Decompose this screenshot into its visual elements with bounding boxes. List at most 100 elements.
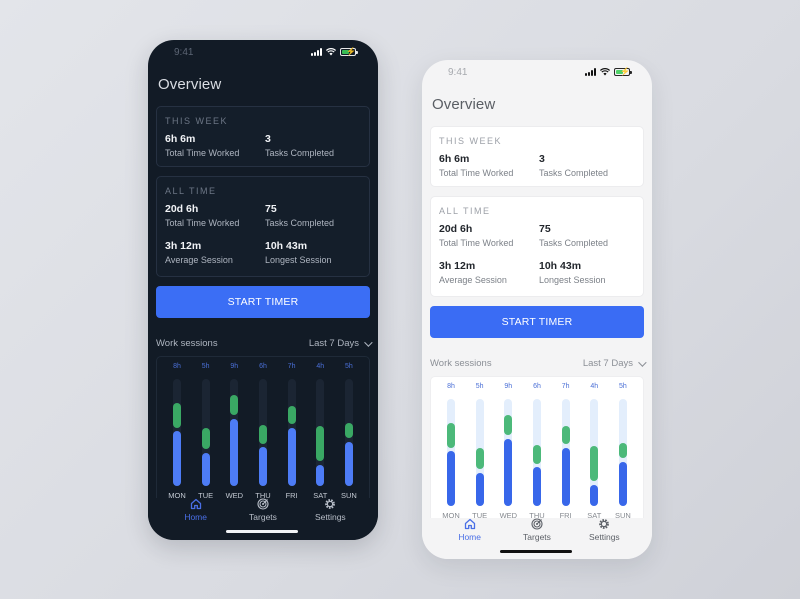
tab-bar: Home Targets Settings [148,498,378,540]
bar-break-segment [504,414,513,435]
bar-track [173,379,181,486]
bar-track [258,379,267,486]
bar-break-segment [561,426,570,445]
stat-average-session: 3h 12m Average Session [439,260,507,285]
work-sessions-title: Work sessions [156,338,218,349]
chart-columns: 8h MON 5h TUE 9h WED 6h THU 7h FRI 4h SAT 5h SUN [161,357,365,504]
tab-home[interactable]: Home [166,498,226,540]
chart-column: 4h SAT [580,377,608,524]
tab-targets[interactable]: Targets [233,498,293,540]
work-sessions-header: Work sessions Last 7 Days [430,357,647,369]
chart-column: 8h MON [437,377,465,524]
tab-settings[interactable]: Settings [574,518,634,559]
home-indicator[interactable] [226,530,298,533]
bar-total-label: 4h [316,363,325,370]
home-icon [464,518,475,530]
gear-icon [599,519,610,529]
section-label: ALL TIME [165,186,217,196]
status-bar: 9:41 ⚡ [148,40,378,64]
bar-track [230,379,239,486]
chart-column: 7h FRI [278,357,306,504]
phone-dark-theme: 9:41 ⚡ Overview THIS WEEK 6h 6m Total Ti… [148,40,378,540]
stat-tasks-completed: 3 Tasks Completed [265,133,335,158]
bar-track [316,379,325,486]
work-sessions-chart: 8h MON 5h TUE 9h WED 6h THU 7h FRI 4h SAT 5h SUN [156,356,370,504]
bar-focus-segment [201,452,210,486]
chart-column: 9h WED [494,377,522,524]
tab-label: Home [458,532,481,542]
bar-break-segment [230,394,239,415]
bar-break-segment [475,447,484,470]
wifi-icon [326,48,336,56]
status-time: 9:41 [174,47,194,58]
status-time: 9:41 [448,67,468,78]
bar-break-segment [201,427,210,450]
tab-home[interactable]: Home [440,518,500,559]
tab-label: Home [184,512,207,522]
stat-tasks-completed: 75 Tasks Completed [539,223,609,248]
bar-track [447,399,455,506]
bar-track [475,399,484,506]
chart-column: 8h MON [163,357,191,504]
work-sessions-chart: 8h MON 5h TUE 9h WED 6h THU 7h FRI 4h SAT 5h SUN [430,376,644,524]
chart-column: 9h WED [220,357,248,504]
chart-column: 5h TUE [466,377,494,524]
date-range-dropdown[interactable]: Last 7 Days [308,337,373,349]
work-sessions-title: Work sessions [430,358,492,369]
bar-total-label: 8h [447,383,455,390]
stat-total-time: 20d 6h Total Time Worked [165,203,240,228]
bar-focus-segment [258,447,267,486]
wifi-icon [600,68,610,76]
chart-column: 4h SAT [306,357,334,504]
bar-focus-segment [447,451,455,506]
chart-column: 6h THU [249,357,277,504]
chevron-down-icon [638,357,647,367]
bar-total-label: 6h [259,363,267,370]
bar-focus-segment [230,418,239,486]
bar-track [201,379,210,486]
page-title: Overview [158,76,222,93]
tab-label: Settings [314,512,346,522]
bar-break-segment [258,424,267,444]
chart-column: 7h FRI [552,377,580,524]
bar-total-label: 5h [475,383,484,390]
home-indicator[interactable] [500,550,572,553]
date-range-value: Last 7 Days [308,338,359,349]
section-label: THIS WEEK [439,136,503,146]
this-week-card: THIS WEEK 6h 6m Total Time Worked 3 Task… [430,126,644,187]
stat-tasks-completed: 3 Tasks Completed [539,153,609,178]
bar-break-segment [590,445,599,481]
start-timer-button[interactable]: START TIMER [156,286,370,318]
bar-break-segment [316,425,325,461]
this-week-card: THIS WEEK 6h 6m Total Time Worked 3 Task… [156,106,370,167]
bar-track [590,399,599,506]
date-range-dropdown[interactable]: Last 7 Days [583,357,647,369]
bar-break-segment [532,444,541,464]
bar-focus-segment [287,428,296,486]
bar-focus-segment [504,438,513,506]
target-icon [531,518,543,530]
tab-label: Settings [588,532,620,542]
stat-total-time: 20d 6h Total Time Worked [439,223,514,248]
bar-track [561,399,570,506]
bar-total-label: 7h [287,363,296,370]
tab-settings[interactable]: Settings [300,498,360,540]
all-time-card: ALL TIME 20d 6h Total Time Worked 75 Tas… [430,196,644,297]
stat-average-session: 3h 12m Average Session [165,240,233,265]
stat-total-time: 6h 6m Total Time Worked [439,153,514,178]
bar-total-label: 5h [619,383,627,390]
cellular-signal-icon [311,48,322,56]
page-title: Overview [432,96,496,113]
bar-focus-segment [344,442,353,486]
stat-longest-session: 10h 43m Longest Session [265,240,332,265]
bar-track [532,399,541,506]
phone-light-theme: 9:41 ⚡ Overview THIS WEEK 6h 6m Total Ti… [422,60,652,559]
bar-track [287,379,296,486]
bar-focus-segment [532,467,541,506]
bar-total-label: 4h [590,383,599,390]
stat-total-time: 6h 6m Total Time Worked [165,133,240,158]
start-timer-button[interactable]: START TIMER [430,306,644,338]
battery-charging-icon: ⚡ [340,47,358,56]
all-time-card: ALL TIME 20d 6h Total Time Worked 75 Tas… [156,176,370,277]
stat-tasks-completed: 75 Tasks Completed [265,203,335,228]
